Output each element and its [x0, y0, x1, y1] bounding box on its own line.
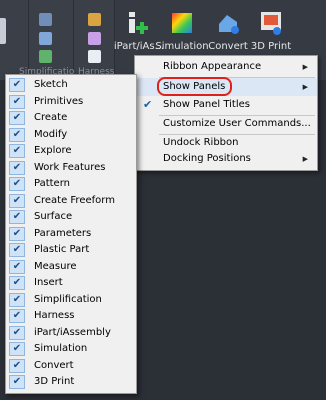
- panel-toggle-3d-print[interactable]: ✔ 3D Print: [6, 374, 136, 391]
- menu-item-ribbon-appearance[interactable]: Ribbon Appearance ▶: [135, 58, 317, 76]
- panel-toggle-work-features[interactable]: ✔ Work Features: [6, 160, 136, 177]
- checkbox-checked-icon: ✔: [9, 160, 25, 175]
- checkbox-checked-icon: ✔: [9, 259, 25, 274]
- submenu-arrow-icon: ▶: [302, 63, 308, 71]
- wire-icon[interactable]: [88, 32, 101, 45]
- panel-toggle-insert[interactable]: ✔ Insert: [6, 275, 136, 292]
- panel-toggle-ipart-iassembly[interactable]: ✔ iPart/iAssembly: [6, 325, 136, 342]
- show-panels-submenu: ✔ Sketch ✔ Primitives ✔ Create ✔ Modify ✔ Exp…: [5, 74, 137, 394]
- panel-toggle-harness[interactable]: ✔ Harness: [6, 308, 136, 325]
- ribbon-context-menu: Ribbon Appearance ▶ Show Panels ▶ ✔ Show…: [134, 55, 318, 171]
- checkbox-checked-icon: ✔: [9, 210, 25, 224]
- menu-item-show-panel-titles[interactable]: ✔ Show Panel Titles: [135, 96, 317, 114]
- panel-toggle-explore[interactable]: ✔ Explore: [6, 143, 136, 160]
- panel-toggle-surface[interactable]: ✔ Surface: [6, 209, 136, 226]
- panel-toggle-create[interactable]: ✔ Create: [6, 110, 136, 127]
- submenu-arrow-icon: ▶: [302, 83, 308, 91]
- panel-toggle-simulation[interactable]: ✔ Simulation: [6, 341, 136, 358]
- checkbox-checked-icon: ✔: [9, 243, 25, 257]
- panel-toggle-measure[interactable]: ✔ Measure: [6, 259, 136, 276]
- simplify-icon[interactable]: [39, 13, 52, 26]
- convert-icon: [215, 10, 241, 36]
- checkbox-checked-icon: ✔: [9, 342, 25, 356]
- panel-toggle-simplification[interactable]: ✔ Simplification: [6, 292, 136, 309]
- ribbon-panel-simplification: Simplification: [19, 0, 80, 80]
- simulation-icon: [169, 10, 195, 36]
- panel-toggle-pattern[interactable]: ✔ Pattern: [6, 176, 136, 193]
- menu-item-customize-user-commands[interactable]: Customize User Commands...: [135, 115, 317, 133]
- harness-icon[interactable]: [88, 13, 101, 26]
- menu-item-docking-positions[interactable]: Docking Positions ▶: [135, 150, 317, 168]
- shrinkwrap-icon[interactable]: [39, 32, 52, 45]
- ipart-icon: [126, 10, 152, 36]
- connector-icon[interactable]: [88, 50, 101, 63]
- checkbox-checked-icon: ✔: [9, 309, 25, 323]
- panel-toggle-modify[interactable]: ✔ Modify: [6, 127, 136, 144]
- panel-toggle-convert[interactable]: ✔ Convert: [6, 358, 136, 375]
- panel-toggle-plastic-part[interactable]: ✔ Plastic Part: [6, 242, 136, 259]
- 3d-print-icon: [258, 10, 284, 36]
- checkbox-checked-icon: ✔: [9, 325, 25, 340]
- checkbox-checked-icon: ✔: [9, 78, 25, 92]
- panel-toggle-create-freeform[interactable]: ✔ Create Freeform: [6, 193, 136, 210]
- checkbox-checked-icon: ✔: [9, 193, 25, 208]
- panel-toggle-sketch[interactable]: ✔ Sketch: [6, 77, 136, 94]
- submenu-arrow-icon: ▶: [302, 155, 308, 163]
- checkbox-checked-icon: ✔: [9, 94, 25, 109]
- checkbox-checked-icon: ✔: [9, 292, 25, 307]
- checkbox-checked-icon: ✔: [9, 276, 25, 290]
- checkbox-checked-icon: ✔: [9, 111, 25, 125]
- checkmark-icon: ✔: [143, 98, 153, 111]
- ribbon-panel-harness: Harness: [74, 0, 115, 80]
- copy-object-icon[interactable]: [39, 50, 52, 63]
- checkbox-checked-icon: ✔: [9, 144, 25, 158]
- tool-icon[interactable]: [0, 18, 6, 44]
- checkbox-checked-icon: ✔: [9, 358, 25, 373]
- checkbox-checked-icon: ✔: [9, 226, 25, 241]
- highlight-annotation: [157, 77, 232, 96]
- panel-toggle-primitives[interactable]: ✔ Primitives: [6, 94, 136, 111]
- panel-toggle-parameters[interactable]: ✔ Parameters: [6, 226, 136, 243]
- 3d-print-button[interactable]: 3D Print: [246, 10, 296, 54]
- checkbox-checked-icon: ✔: [9, 127, 25, 142]
- checkbox-checked-icon: ✔: [9, 375, 25, 389]
- checkbox-checked-icon: ✔: [9, 177, 25, 191]
